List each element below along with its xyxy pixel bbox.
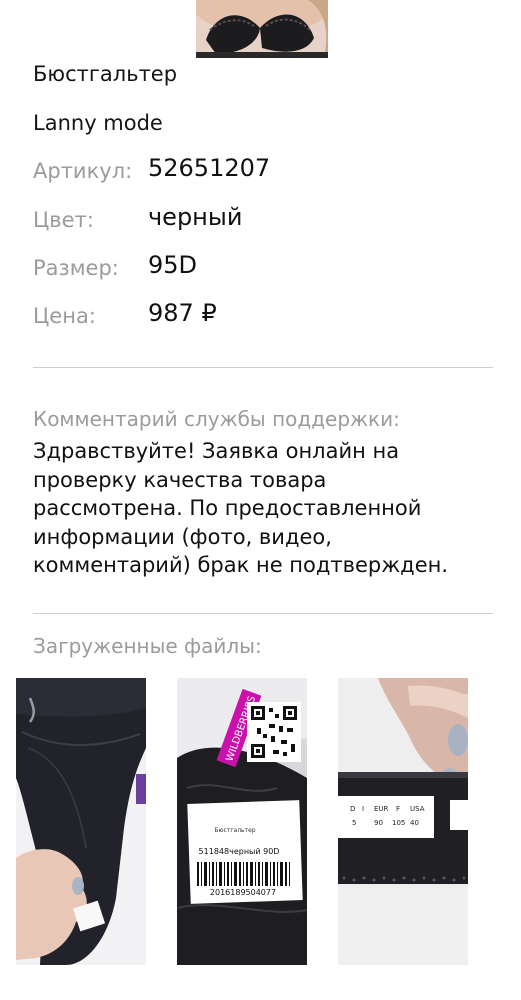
spec-value-price: 987 ₽ <box>148 299 217 327</box>
size-tag-icon: D I EUR F USA 5 90 105 40 <box>338 678 468 965</box>
bra-product-icon <box>196 0 328 58</box>
size-header-i: I <box>362 805 364 813</box>
size-value-eur: 90 <box>374 819 383 827</box>
package-label-barcode-number: 2016189504077 <box>210 888 276 897</box>
size-header-eur: EUR <box>374 805 389 813</box>
size-value-f: 105 <box>392 819 405 827</box>
divider <box>33 367 493 368</box>
support-comment-title: Комментарий службы поддержки: <box>33 407 400 431</box>
spec-value-color: черный <box>148 203 243 231</box>
spec-label-price: Цена: <box>33 304 96 328</box>
spec-label-article: Артикул: <box>33 159 133 183</box>
spec-value-article: 52651207 <box>148 154 271 182</box>
package-label-title: Бюстгальтер <box>214 827 255 834</box>
uploaded-files-title: Загруженные файлы: <box>33 634 262 658</box>
package-label-sku: 511848черный 90D <box>199 847 280 856</box>
support-comment-line: информации (фото, видео, <box>33 524 332 549</box>
product-name: Бюстгальтер <box>33 62 178 86</box>
support-comment-line: Здравствуйте! Заявка онлайн на <box>33 439 400 463</box>
size-header-f: F <box>396 805 400 813</box>
uploaded-file-1[interactable] <box>16 678 146 965</box>
package-label-icon: WILDBERRIES Бюстгальтер 511848черный 90D <box>177 678 307 965</box>
product-image[interactable] <box>196 0 328 58</box>
spec-value-size: 95D <box>148 251 198 279</box>
uploaded-file-2[interactable]: WILDBERRIES Бюстгальтер 511848черный 90D <box>177 678 307 965</box>
size-header-usa: USA <box>410 805 425 813</box>
size-value-usa: 40 <box>410 819 419 827</box>
divider <box>33 613 493 614</box>
uploaded-file-3[interactable]: D I EUR F USA 5 90 105 40 <box>338 678 468 965</box>
support-comment-line: рассмотрена. По предоставленной <box>33 496 422 520</box>
size-value-d: 5 <box>352 819 356 827</box>
spec-label-color: Цвет: <box>33 208 94 232</box>
spec-label-size: Размер: <box>33 256 119 280</box>
bra-closeup-icon <box>16 678 146 965</box>
brand-name: Lanny mode <box>33 111 163 135</box>
size-header-d: D <box>350 805 355 813</box>
support-comment-line: проверку качества товара <box>33 467 327 492</box>
support-comment-text: Здравствуйте! Заявка онлайн на проверку … <box>33 437 493 580</box>
support-comment-line: комментарий) брак не подтвержден. <box>33 553 449 577</box>
